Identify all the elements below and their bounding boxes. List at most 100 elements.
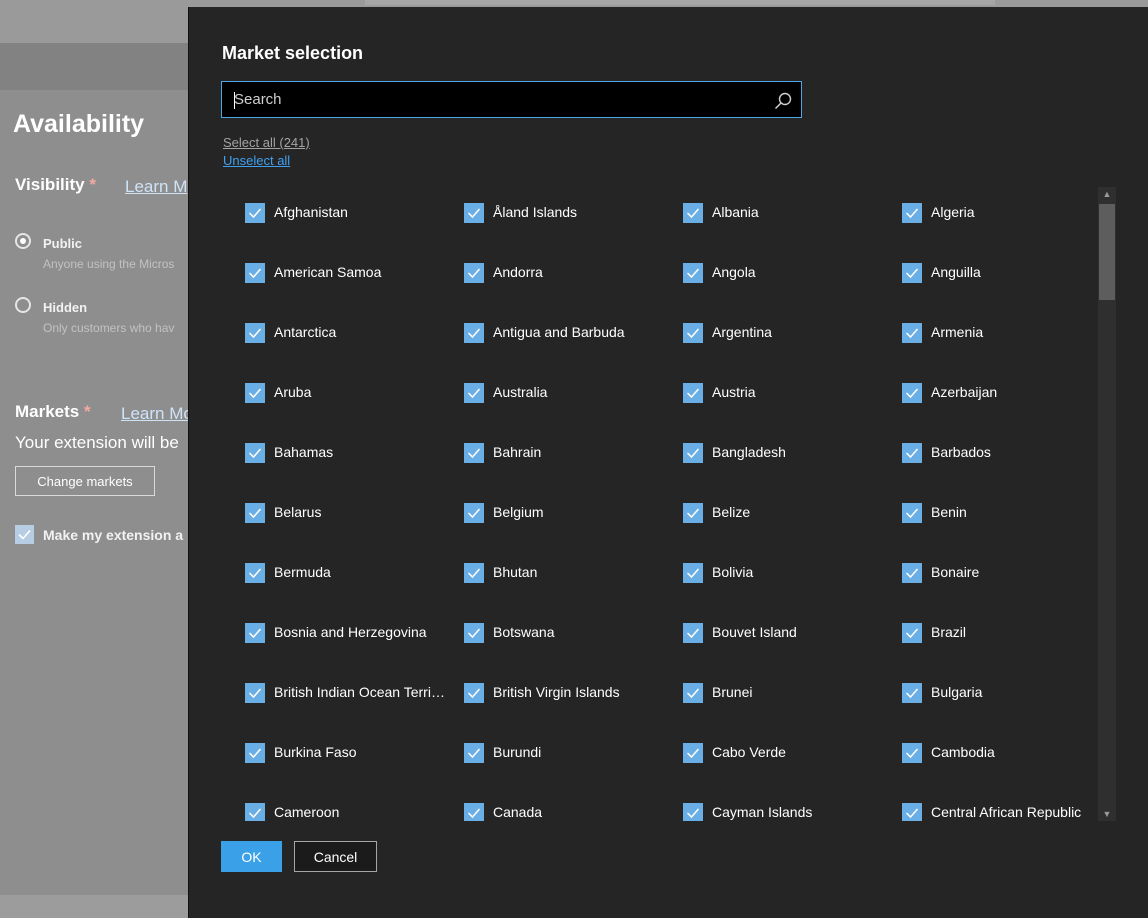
- country-option[interactable]: Brunei: [660, 667, 879, 727]
- country-option[interactable]: Bolivia: [660, 547, 879, 607]
- country-option[interactable]: Bahrain: [441, 427, 660, 487]
- country-checkbox[interactable]: [464, 203, 484, 223]
- search-icon[interactable]: [773, 91, 793, 111]
- country-option[interactable]: Bouvet Island: [660, 607, 879, 667]
- country-checkbox[interactable]: [683, 383, 703, 403]
- country-option[interactable]: Burundi: [441, 727, 660, 787]
- country-checkbox[interactable]: [683, 503, 703, 523]
- country-option[interactable]: Bulgaria: [879, 667, 1098, 727]
- country-checkbox[interactable]: [902, 503, 922, 523]
- country-checkbox[interactable]: [245, 203, 265, 223]
- country-checkbox[interactable]: [464, 443, 484, 463]
- select-all-link[interactable]: Select all (241): [223, 135, 310, 150]
- country-option[interactable]: Azerbaijan: [879, 367, 1098, 427]
- country-option[interactable]: Cameroon: [222, 787, 441, 821]
- country-checkbox[interactable]: [464, 683, 484, 703]
- country-checkbox[interactable]: [245, 623, 265, 643]
- country-option[interactable]: Belize: [660, 487, 879, 547]
- country-checkbox[interactable]: [902, 263, 922, 283]
- change-markets-button[interactable]: Change markets: [15, 466, 155, 496]
- country-option[interactable]: Albania: [660, 187, 879, 247]
- country-option[interactable]: Bermuda: [222, 547, 441, 607]
- country-checkbox[interactable]: [902, 383, 922, 403]
- country-checkbox[interactable]: [464, 563, 484, 583]
- country-checkbox[interactable]: [902, 323, 922, 343]
- unselect-all-link[interactable]: Unselect all: [223, 153, 290, 168]
- country-option[interactable]: Anguilla: [879, 247, 1098, 307]
- country-checkbox[interactable]: [245, 263, 265, 283]
- country-checkbox[interactable]: [245, 503, 265, 523]
- country-option[interactable]: Canada: [441, 787, 660, 821]
- country-checkbox[interactable]: [464, 743, 484, 763]
- country-option[interactable]: Åland Islands: [441, 187, 660, 247]
- country-checkbox[interactable]: [902, 743, 922, 763]
- country-checkbox[interactable]: [464, 323, 484, 343]
- country-checkbox[interactable]: [245, 383, 265, 403]
- chevron-up-icon[interactable]: ▲: [1098, 187, 1116, 201]
- country-checkbox[interactable]: [245, 743, 265, 763]
- hidden-radio[interactable]: [15, 297, 31, 313]
- country-option[interactable]: Bangladesh: [660, 427, 879, 487]
- visibility-learn-more-link[interactable]: Learn M: [125, 177, 187, 197]
- country-checkbox[interactable]: [464, 263, 484, 283]
- country-option[interactable]: American Samoa: [222, 247, 441, 307]
- country-option[interactable]: Central African Republic: [879, 787, 1098, 821]
- country-option[interactable]: Austria: [660, 367, 879, 427]
- markets-learn-more-link[interactable]: Learn Mo: [121, 404, 193, 424]
- country-option[interactable]: Angola: [660, 247, 879, 307]
- country-option[interactable]: Burkina Faso: [222, 727, 441, 787]
- country-option[interactable]: British Virgin Islands: [441, 667, 660, 727]
- country-checkbox[interactable]: [464, 803, 484, 821]
- country-checkbox[interactable]: [245, 563, 265, 583]
- country-checkbox[interactable]: [902, 203, 922, 223]
- country-option[interactable]: Antarctica: [222, 307, 441, 367]
- country-checkbox[interactable]: [902, 683, 922, 703]
- search-box[interactable]: [221, 81, 802, 118]
- chevron-down-icon[interactable]: ▼: [1098, 807, 1116, 821]
- country-checkbox[interactable]: [464, 503, 484, 523]
- country-checkbox[interactable]: [683, 563, 703, 583]
- country-option[interactable]: Barbados: [879, 427, 1098, 487]
- country-option[interactable]: Belarus: [222, 487, 441, 547]
- country-checkbox[interactable]: [902, 623, 922, 643]
- country-option[interactable]: Bahamas: [222, 427, 441, 487]
- country-checkbox[interactable]: [245, 683, 265, 703]
- country-checkbox[interactable]: [245, 803, 265, 821]
- ok-button[interactable]: OK: [221, 841, 282, 872]
- country-checkbox[interactable]: [683, 203, 703, 223]
- country-checkbox[interactable]: [245, 443, 265, 463]
- country-checkbox[interactable]: [902, 563, 922, 583]
- country-option[interactable]: Afghanistan: [222, 187, 441, 247]
- country-option[interactable]: Antigua and Barbuda: [441, 307, 660, 367]
- country-option[interactable]: Armenia: [879, 307, 1098, 367]
- country-option[interactable]: Bonaire: [879, 547, 1098, 607]
- country-option[interactable]: Argentina: [660, 307, 879, 367]
- country-option[interactable]: Botswana: [441, 607, 660, 667]
- country-checkbox[interactable]: [902, 803, 922, 821]
- country-option[interactable]: Algeria: [879, 187, 1098, 247]
- country-checkbox[interactable]: [683, 803, 703, 821]
- make-available-checkbox[interactable]: [15, 525, 34, 544]
- country-checkbox[interactable]: [245, 323, 265, 343]
- country-option[interactable]: Cambodia: [879, 727, 1098, 787]
- country-option[interactable]: Belgium: [441, 487, 660, 547]
- country-option[interactable]: Aruba: [222, 367, 441, 427]
- country-checkbox[interactable]: [683, 683, 703, 703]
- country-checkbox[interactable]: [902, 443, 922, 463]
- country-option[interactable]: Bosnia and Herzegovina: [222, 607, 441, 667]
- search-input[interactable]: [234, 82, 754, 117]
- country-option[interactable]: British Indian Ocean Territory: [222, 667, 446, 727]
- country-option[interactable]: Brazil: [879, 607, 1098, 667]
- country-checkbox[interactable]: [683, 623, 703, 643]
- country-checkbox[interactable]: [683, 743, 703, 763]
- country-option[interactable]: Cayman Islands: [660, 787, 879, 821]
- country-checkbox[interactable]: [464, 383, 484, 403]
- country-checkbox[interactable]: [464, 623, 484, 643]
- country-option[interactable]: Andorra: [441, 247, 660, 307]
- public-radio[interactable]: [15, 233, 31, 249]
- country-checkbox[interactable]: [683, 323, 703, 343]
- country-option[interactable]: Cabo Verde: [660, 727, 879, 787]
- country-option[interactable]: Australia: [441, 367, 660, 427]
- country-checkbox[interactable]: [683, 263, 703, 283]
- scrollbar[interactable]: ▲ ▼: [1098, 187, 1116, 821]
